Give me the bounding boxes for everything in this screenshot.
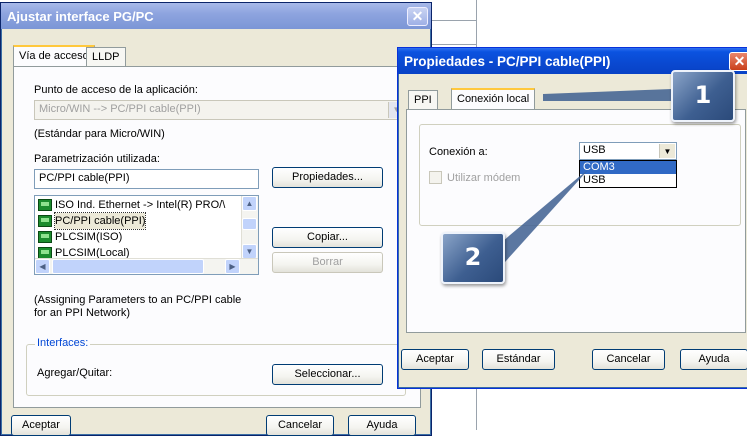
properties-tab-panel: Conexión a: USB ▼ COM3 USB Utilizar móde… <box>406 109 746 333</box>
tab-panel: Punto de acceso de la aplicación: Micro/… <box>13 66 421 408</box>
param-field[interactable]: PC/PPI cable(PPI) <box>34 169 259 189</box>
access-point-select[interactable]: Micro/WIN --> PC/PPI cable(PPI) ▼ <box>34 100 406 120</box>
chevron-down-icon[interactable]: ▼ <box>659 144 675 158</box>
network-card-icon <box>38 215 52 227</box>
modem-checkbox[interactable]: Utilizar módem <box>429 171 520 184</box>
scroll-left-icon[interactable]: ◀ <box>35 259 50 274</box>
dropdown-option-com3[interactable]: COM3 <box>580 161 676 174</box>
background-divider <box>432 20 476 21</box>
properties-default-button[interactable]: Estándar <box>482 349 555 370</box>
description-text: (Assigning Parameters to an PC/PPI cable <box>34 294 242 306</box>
tab-lldp[interactable]: LLDP <box>86 47 126 66</box>
scroll-up-icon[interactable]: ▲ <box>242 196 257 211</box>
properties-cancel-button[interactable]: Cancelar <box>592 349 665 370</box>
network-card-icon <box>38 231 52 243</box>
list-item-selected[interactable]: PC/PPI cable(PPI) <box>38 212 147 230</box>
access-point-note: (Estándar para Micro/WIN) <box>34 128 165 140</box>
scroll-right-icon[interactable]: ▶ <box>225 259 240 274</box>
properties-ok-button[interactable]: Aceptar <box>401 349 469 370</box>
list-item[interactable]: ISO Ind. Ethernet -> Intel(R) PRO/\ <box>38 197 225 213</box>
checkbox-icon[interactable] <box>429 171 442 184</box>
interface-list[interactable]: ISO Ind. Ethernet -> Intel(R) PRO/\ PC/P… <box>34 195 259 275</box>
callout-2: 2 <box>441 232 505 284</box>
scroll-down-icon[interactable]: ▼ <box>242 244 257 259</box>
pgpc-interface-dialog: Ajustar interface PG/PC ✕ Vía de acceso … <box>0 2 432 436</box>
properties-title: Propiedades - PC/PPI cable(PPI) <box>404 53 611 69</box>
tab-bar: Vía de acceso LLDP <box>13 45 413 67</box>
background-divider <box>432 44 476 45</box>
dialog-title: Ajustar interface PG/PC <box>7 8 154 24</box>
scroll-thumb[interactable] <box>242 218 257 230</box>
delete-button[interactable]: Borrar <box>272 252 383 273</box>
close-icon[interactable]: ✕ <box>407 7 428 26</box>
connection-label: Conexión a: <box>429 146 488 158</box>
connection-dropdown-list[interactable]: COM3 USB <box>579 160 677 188</box>
param-label: Parametrización utilizada: <box>34 153 160 165</box>
dropdown-option-usb[interactable]: USB <box>580 174 676 187</box>
network-card-icon <box>38 199 52 211</box>
tab-ppi[interactable]: PPI <box>408 90 438 109</box>
select-button[interactable]: Seleccionar... <box>272 364 383 385</box>
properties-help-button[interactable]: Ayuda <box>680 349 747 370</box>
properties-button[interactable]: Propiedades... <box>272 167 383 188</box>
callout-1: 1 <box>671 70 735 122</box>
tab-access-path[interactable]: Vía de acceso <box>13 45 95 66</box>
horizontal-scrollbar[interactable]: ◀ ▶ <box>35 258 258 274</box>
scroll-thumb[interactable] <box>52 259 204 274</box>
interfaces-group: Interfaces: Agregar/Quitar: Seleccionar.… <box>26 337 406 396</box>
tab-local-connection[interactable]: Conexión local <box>451 88 536 109</box>
ok-button[interactable]: Aceptar <box>11 415 71 436</box>
vertical-scrollbar[interactable]: ▲ ▼ <box>241 196 258 259</box>
list-item[interactable]: PLCSIM(ISO) <box>38 229 122 245</box>
description-text-2: for an PPI Network) <box>34 307 130 319</box>
help-button[interactable]: Ayuda <box>348 415 416 436</box>
access-point-label: Punto de acceso de la aplicación: <box>34 84 198 96</box>
close-icon[interactable]: ✕ <box>729 52 747 71</box>
interfaces-group-label: Interfaces: <box>35 337 91 349</box>
cancel-button[interactable]: Cancelar <box>266 415 334 436</box>
dialog-titlebar[interactable]: Ajustar interface PG/PC <box>1 3 431 29</box>
add-remove-label: Agregar/Quitar: <box>37 367 113 379</box>
connection-select[interactable]: USB ▼ <box>579 142 677 160</box>
copy-button[interactable]: Copiar... <box>272 227 383 248</box>
